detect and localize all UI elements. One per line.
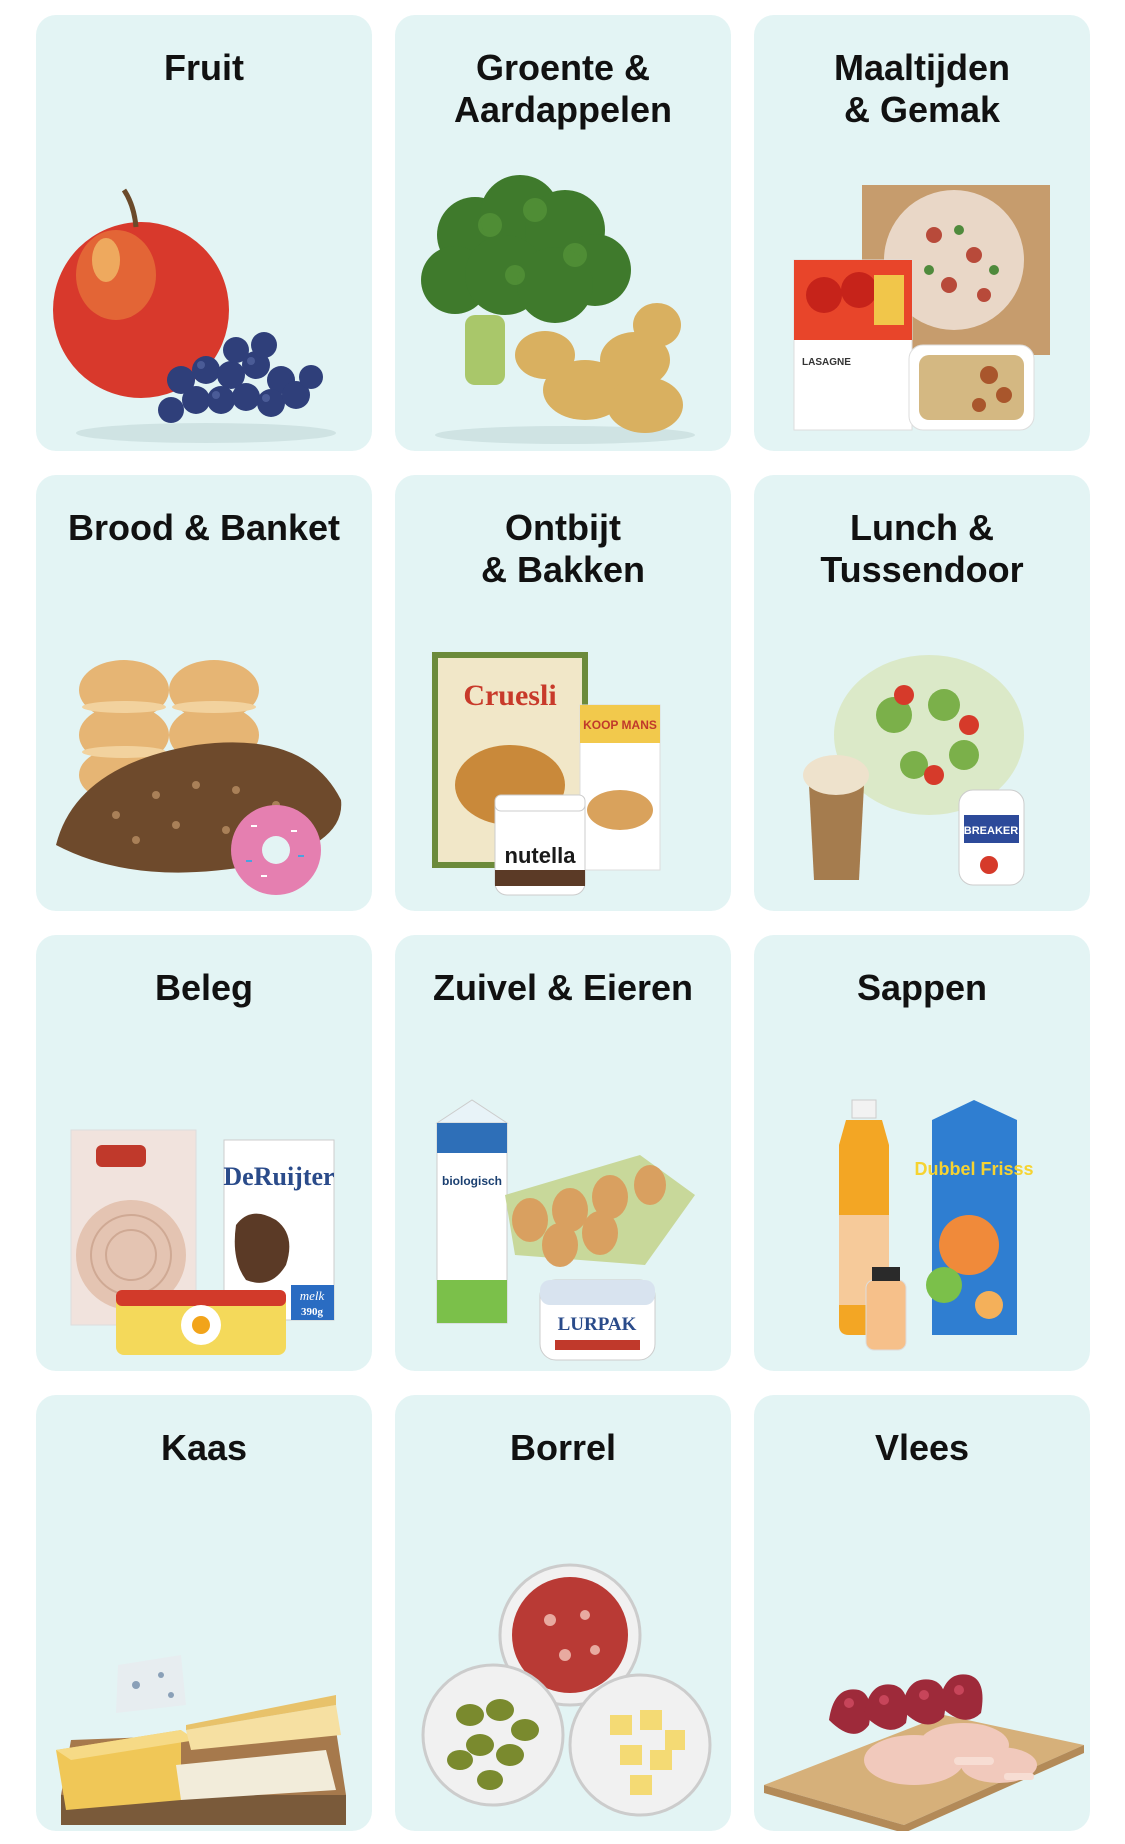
category-title: Beleg [154,967,254,1008]
cheese-image [36,1545,372,1831]
juice-image: Dubbel Frisss [754,1085,1090,1371]
category-title: Vlees [874,1427,970,1468]
meat-image [754,1545,1090,1831]
cruesli-label: Cruesli [463,679,556,712]
melk-label: melk [300,1288,325,1303]
nutella-label: nutella [505,843,577,868]
deruijter-label: DeRuijter [223,1162,334,1191]
category-title: Brood & Banket [67,507,341,548]
category-title: Maaltijden & Gemak [833,47,1011,130]
bread-image [36,625,372,911]
category-card-zuivel[interactable]: Zuivel & Eieren biologisch LURPAK [395,935,731,1371]
breakfast-image: Cruesli KOOP MANS nutella [395,625,731,911]
lasagne-label: LASAGNE [802,357,851,368]
category-title: Groente & Aardappelen [453,47,673,130]
category-card-maaltijden[interactable]: Maaltijden & Gemak LASAGNE [754,15,1090,451]
category-card-kaas[interactable]: Kaas [36,1395,372,1831]
dairy-image: biologisch LURPAK [395,1085,731,1371]
lunch-image: BREAKER [754,625,1090,911]
fruit-image [36,165,372,451]
category-card-vlees[interactable]: Vlees [754,1395,1090,1831]
category-title: Borrel [509,1427,617,1468]
category-card-borrel[interactable]: Borrel [395,1395,731,1831]
category-title: Lunch & Tussendoor [820,507,1024,590]
weight-label: 390g [301,1306,324,1318]
category-card-brood[interactable]: Brood & Banket [36,475,372,911]
category-card-beleg[interactable]: Beleg DeRuijter melk 390g [36,935,372,1371]
koopmans-label: KOOP MANS [583,718,657,732]
lurpak-label: LURPAK [558,1314,637,1335]
category-grid: Fruit Groente & Aardappelen Maaltijden &… [0,0,1125,1844]
dubbelfrisss-label: Dubbel Frisss [914,1159,1033,1179]
category-title: Sappen [856,967,988,1008]
breaker-label: BREAKER [964,825,1018,837]
vegetables-image [395,165,731,451]
meals-image: LASAGNE [754,165,1090,451]
category-title: Zuivel & Eieren [432,967,694,1008]
category-card-ontbijt[interactable]: Ontbijt & Bakken Cruesli KOOP MANS nutel… [395,475,731,911]
category-card-sappen[interactable]: Sappen Dubbel Frisss [754,935,1090,1371]
category-title: Fruit [164,47,244,88]
category-title: Ontbijt & Bakken [480,507,646,590]
biologisch-label: biologisch [442,1174,502,1188]
category-card-fruit[interactable]: Fruit [36,15,372,451]
category-card-lunch[interactable]: Lunch & Tussendoor BREAKER [754,475,1090,911]
spreads-image: DeRuijter melk 390g [36,1085,372,1371]
category-title: Kaas [160,1427,248,1468]
snacks-image [395,1545,731,1831]
category-card-groente[interactable]: Groente & Aardappelen [395,15,731,451]
